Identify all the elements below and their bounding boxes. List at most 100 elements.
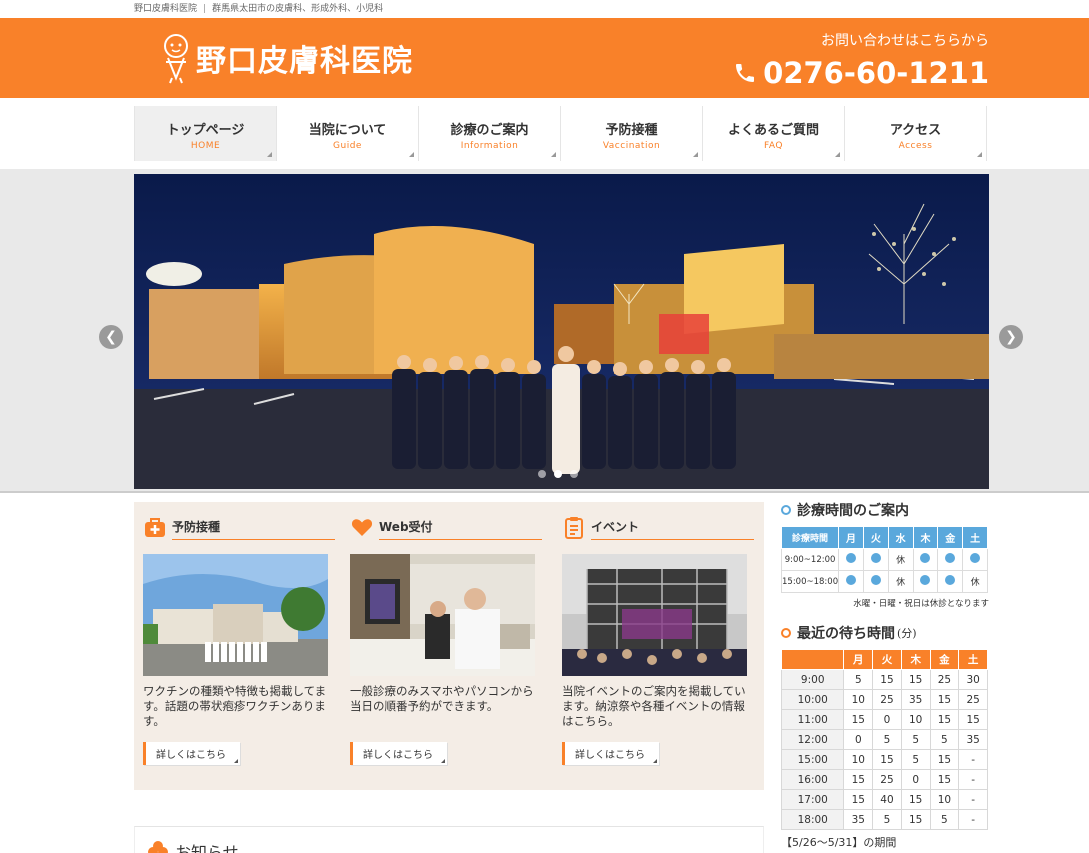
nav-label: 診療のご案内 xyxy=(450,123,529,138)
nav-label: よくあるご質問 xyxy=(727,123,819,138)
hours-time: 15:00~18:00 xyxy=(780,570,840,593)
open-dot-icon xyxy=(870,575,881,585)
corner-triangle-icon xyxy=(267,152,272,157)
corner-triangle-icon xyxy=(409,152,414,157)
wait-cell: 15 xyxy=(900,809,931,830)
hours-cell xyxy=(912,570,939,593)
hours-header-row: 診療時間 月 火 水 木 金 土 xyxy=(780,526,988,549)
global-nav: トップページ HOME 当院について Guide 診療のご案内 Informat… xyxy=(134,106,988,161)
nav-label: トップページ xyxy=(166,123,245,138)
nav-item-faq[interactable]: よくあるご質問 FAQ xyxy=(703,106,845,161)
wait-header-cell: 土 xyxy=(958,649,988,670)
contact-block: お問い合わせはこちらから 0276-60-1211 xyxy=(733,30,989,90)
nav-item-home[interactable]: トップページ HOME xyxy=(135,106,277,161)
wait-cell: 35 xyxy=(958,729,988,750)
card-photo-doctor[interactable] xyxy=(350,554,535,676)
more-button-vaccination[interactable]: 詳しくはこちら xyxy=(143,742,240,765)
more-button-event[interactable]: 詳しくはこちら xyxy=(562,742,659,765)
nav-sublabel: Access xyxy=(898,141,933,151)
wait-period: 【5/26～5/31】の期間 xyxy=(781,836,897,849)
wait-cell: 15 xyxy=(872,669,902,690)
hours-header-cell: 土 xyxy=(962,526,988,549)
nav-item-information[interactable]: 診療のご案内 Information xyxy=(419,106,561,161)
wait-cell: 25 xyxy=(872,689,902,710)
phone-text: 0276-60-1211 xyxy=(763,56,989,90)
card-photo-event[interactable] xyxy=(562,554,747,676)
open-dot-icon xyxy=(970,553,981,563)
slider-dot-active[interactable] xyxy=(554,470,562,478)
hours-title: 診療時間のご案内 xyxy=(797,503,909,519)
feature-cards: 予防接種 ワクチンの種類や特徴も掲載してます。話題の帯状疱疹ワクチンあります。 … xyxy=(134,502,764,790)
wait-title: 最近の待ち時間 xyxy=(797,626,895,642)
slider-next-button[interactable]: ❯ xyxy=(999,325,1023,349)
wait-cell: 5 xyxy=(843,669,874,690)
hours-cell: 休 xyxy=(887,570,914,593)
nav-item-access[interactable]: アクセス Access xyxy=(845,106,987,161)
wait-cell: 35 xyxy=(900,689,931,710)
wait-cell: - xyxy=(958,749,988,770)
hours-heading: 診療時間のご案内 xyxy=(781,500,989,520)
wait-row: 12:00 0 5 5 5 35 xyxy=(780,729,988,750)
hero-slide-image xyxy=(134,174,989,489)
nav-item-vaccination[interactable]: 予防接種 Vaccination xyxy=(561,106,703,161)
wait-cell: 15 xyxy=(929,749,960,770)
wait-header-row: 月 火 木 金 土 xyxy=(780,649,988,670)
wait-row: 18:00 35 5 15 5- xyxy=(780,809,988,830)
wait-cell: 15 xyxy=(929,689,960,710)
more-button-label: 詳しくはこちら xyxy=(575,750,645,761)
open-dot-icon xyxy=(920,575,931,585)
corner-triangle-icon xyxy=(835,152,840,157)
hours-cell xyxy=(862,570,889,593)
nav-item-guide[interactable]: 当院について Guide xyxy=(277,106,419,161)
corner-triangle-icon xyxy=(441,759,445,763)
open-dot-icon xyxy=(945,553,956,563)
news-title: お知らせ xyxy=(175,843,239,853)
slider-prev-button[interactable]: ❮ xyxy=(99,325,123,349)
card-title: 予防接種 xyxy=(172,514,335,540)
hours-table: 診療時間 月 火 水 木 金 土 9:00~12:00 休 15:00~18:0… xyxy=(780,526,988,593)
heart-icon xyxy=(351,519,373,536)
phone-number[interactable]: 0276-60-1211 xyxy=(733,56,989,90)
wait-cell: - xyxy=(958,809,988,830)
wait-cell: 25 xyxy=(958,689,988,710)
circle-bullet-icon xyxy=(781,505,791,515)
top-info-bar: 野口皮膚科医院 | 群馬県太田市の皮膚科、形成外科、小児科 xyxy=(0,0,1089,18)
wait-time: 11:00 xyxy=(780,709,845,730)
hours-header-cell: 金 xyxy=(937,526,964,549)
corner-triangle-icon xyxy=(977,152,982,157)
first-aid-bag-icon xyxy=(145,518,165,537)
wait-cell: 5 xyxy=(929,809,960,830)
wait-cell: 40 xyxy=(872,789,902,810)
slider-dots xyxy=(538,470,578,478)
hours-cell xyxy=(862,548,889,571)
corner-triangle-icon xyxy=(234,759,238,763)
wait-cell: 10 xyxy=(900,709,931,730)
logo-text: 野口皮膚科医院 xyxy=(196,44,413,79)
chevron-left-icon: ❮ xyxy=(105,329,117,345)
wait-time: 15:00 xyxy=(780,749,845,770)
card-photo-clinic[interactable] xyxy=(143,554,328,676)
wait-row: 10:00 10 25 35 15 25 xyxy=(780,689,988,710)
mascot-icon xyxy=(164,34,188,84)
open-dot-icon xyxy=(846,553,857,563)
sidebar: 診療時間のご案内 診療時間 月 火 水 木 金 土 9:00~12:00 休 1… xyxy=(780,500,989,850)
wait-time: 9:00 xyxy=(780,669,845,690)
wait-time: 17:00 xyxy=(780,789,845,810)
wait-cell: - xyxy=(958,769,988,790)
clipboard-icon xyxy=(565,517,583,539)
slider-dot[interactable] xyxy=(570,470,578,478)
more-button-web-reception[interactable]: 詳しくはこちら xyxy=(350,742,447,765)
hours-cell xyxy=(937,548,964,571)
wait-cell: 0 xyxy=(872,709,902,730)
slider-dot[interactable] xyxy=(538,470,546,478)
wait-header-cell: 火 xyxy=(872,649,902,670)
phone-icon xyxy=(736,64,755,82)
more-button-label: 詳しくはこちら xyxy=(363,750,433,761)
wait-time: 10:00 xyxy=(780,689,845,710)
nav-sublabel: Information xyxy=(460,141,519,151)
wait-header-cell: 金 xyxy=(929,649,960,670)
hours-cell: 休 xyxy=(887,548,914,571)
wait-header-cell: 月 xyxy=(843,649,874,670)
site-logo[interactable]: 野口皮膚科医院 xyxy=(160,32,413,84)
open-dot-icon xyxy=(945,575,956,585)
